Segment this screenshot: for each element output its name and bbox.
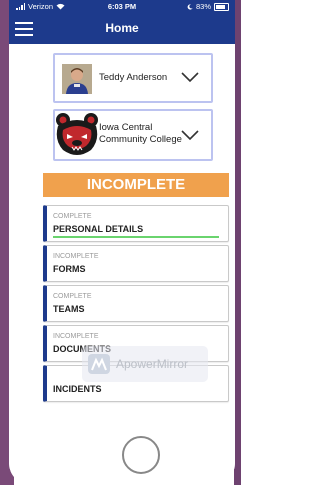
phone-screen: Verizon 6:03 PM 83% Home Teddy Anderson …	[9, 0, 235, 485]
page-title: Home	[105, 21, 139, 35]
bear-logo-icon	[53, 112, 101, 158]
battery-icon	[214, 2, 229, 11]
task-status: COMPLETE	[53, 213, 92, 220]
status-right: 83%	[187, 2, 229, 11]
athlete-selector[interactable]: Teddy Anderson	[53, 53, 213, 103]
home-button[interactable]	[122, 436, 160, 474]
task-personal-details[interactable]: COMPLETE PERSONAL DETAILS	[43, 205, 229, 242]
college-name: Iowa Central Community College	[99, 122, 182, 146]
college-name-line2: Community College	[99, 134, 182, 145]
chevron-down-icon	[181, 72, 199, 83]
main-content: Teddy Anderson Iowa Central Community Co…	[9, 44, 235, 485]
task-teams[interactable]: COMPLETE TEAMS	[43, 285, 229, 322]
task-status: INCOMPLETE	[53, 333, 99, 340]
college-name-line1: Iowa Central	[99, 122, 153, 133]
task-forms[interactable]: INCOMPLETE FORMS	[43, 245, 229, 282]
battery-percent: 83%	[195, 2, 211, 11]
status-bar: Verizon 6:03 PM 83%	[9, 0, 235, 14]
athlete-avatar	[62, 64, 92, 94]
task-title: FORMS	[53, 264, 86, 274]
task-status: INCOMPLETE	[53, 253, 99, 260]
moon-icon	[187, 3, 193, 10]
progress-bar	[53, 236, 219, 238]
college-selector[interactable]: Iowa Central Community College	[53, 109, 213, 161]
overall-status-banner: INCOMPLETE	[43, 173, 229, 197]
mirror-logo-icon	[88, 354, 110, 374]
task-title: PERSONAL DETAILS	[53, 224, 144, 234]
device-frame-right	[234, 0, 241, 485]
chevron-down-icon	[181, 130, 199, 141]
athlete-name: Teddy Anderson	[99, 72, 168, 83]
task-title: INCIDENTS	[53, 384, 102, 394]
watermark-overlay: ApowerMirror	[82, 346, 208, 382]
task-title: TEAMS	[53, 304, 85, 314]
watermark-text: ApowerMirror	[116, 357, 189, 371]
navbar: Home	[9, 14, 235, 44]
task-status: COMPLETE	[53, 293, 92, 300]
